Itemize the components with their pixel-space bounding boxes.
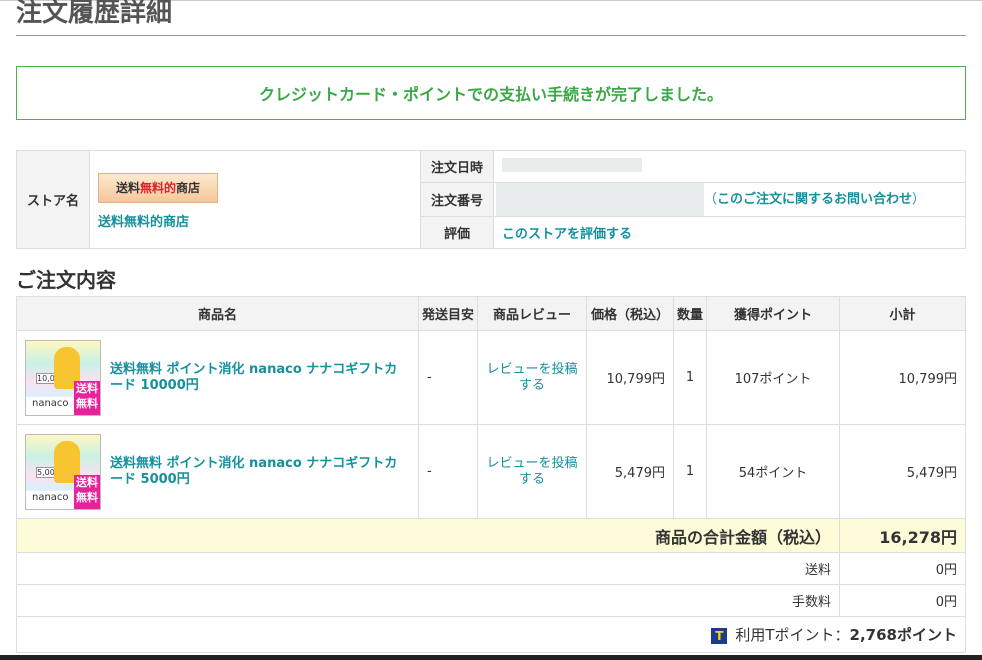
col-subtotal: 小計	[839, 296, 966, 331]
fee-label: 手数料	[16, 584, 840, 617]
col-product: 商品名	[16, 296, 419, 331]
title-divider	[16, 35, 966, 36]
table-row: 10,000 nanaco 送料無料 送料無料 ポイント消化 nanaco ナナ…	[16, 330, 966, 425]
write-review-link[interactable]: レビューを投稿する	[477, 424, 587, 519]
redacted-order-number	[496, 183, 704, 216]
free-shipping-badge: 送料無料	[74, 380, 100, 415]
store-cell: 送料無料的商店 送料無料的商店	[89, 150, 421, 249]
ship-estimate: -	[418, 424, 478, 519]
fee-value: 0円	[839, 584, 966, 617]
col-price: 価格（税込）	[586, 296, 674, 331]
rate-store-link[interactable]: このストアを評価する	[502, 227, 632, 242]
ship-estimate: -	[418, 330, 478, 425]
fee-row: 手数料 0円	[16, 584, 966, 617]
total-value: 16,278円	[839, 518, 966, 553]
page-title: 注文履歴詳細	[16, 0, 173, 28]
subtotal: 10,799円	[839, 330, 966, 425]
tpoint-label: 利用Tポイント：	[735, 626, 850, 644]
col-ship: 発送目安	[418, 296, 478, 331]
order-info-table: ストア名 送料無料的商店 送料無料的商店 注文日時 注文番号 （このご注文に関す…	[16, 150, 966, 249]
product-name-link[interactable]: 送料無料 ポイント消化 nanaco ナナコギフトカード 5000円	[110, 456, 410, 488]
subtotal: 5,479円	[839, 424, 966, 519]
write-review-link[interactable]: レビューを投稿する	[477, 330, 587, 425]
rating-label: 評価	[420, 216, 494, 249]
col-points: 獲得ポイント	[706, 296, 840, 331]
order-number-cell: （このご注文に関するお問い合わせ）	[493, 182, 966, 217]
table-row: 5,000 nanaco 送料無料 送料無料 ポイント消化 nanaco ナナコ…	[16, 424, 966, 519]
earned-points: 54ポイント	[706, 424, 840, 519]
order-contents-heading: ご注文内容	[16, 268, 116, 292]
product-thumbnail[interactable]: 5,000 nanaco 送料無料	[25, 433, 101, 510]
order-date-value	[493, 150, 966, 183]
product-cell: 5,000 nanaco 送料無料 送料無料 ポイント消化 nanaco ナナコ…	[16, 424, 419, 519]
store-name-link[interactable]: 送料無料的商店	[98, 215, 189, 230]
store-label: ストア名	[16, 150, 90, 249]
rating-cell: このストアを評価する	[493, 216, 966, 249]
order-items-table: 商品名 発送目安 商品レビュー 価格（税込） 数量 獲得ポイント 小計 10,0…	[16, 296, 966, 653]
order-inquiry-link[interactable]: このご注文に関するお問い合わせ	[717, 192, 912, 207]
tpoint-row: T 利用Tポイント：2,768ポイント	[16, 616, 966, 653]
col-qty: 数量	[673, 296, 707, 331]
shipping-value: 0円	[839, 552, 966, 585]
shipping-row: 送料 0円	[16, 552, 966, 585]
product-cell: 10,000 nanaco 送料無料 送料無料 ポイント消化 nanaco ナナ…	[16, 330, 419, 425]
quantity: 1	[673, 330, 707, 425]
bottom-bar	[0, 655, 982, 660]
quantity: 1	[673, 424, 707, 519]
tpoint-value: 2,768ポイント	[849, 626, 957, 644]
order-date-label: 注文日時	[420, 150, 494, 183]
total-row: 商品の合計金額（税込） 16,278円	[16, 518, 966, 553]
shipping-label: 送料	[16, 552, 840, 585]
tpoint-icon: T	[711, 627, 728, 644]
free-shipping-badge: 送料無料	[74, 474, 100, 509]
price: 5,479円	[586, 424, 674, 519]
product-name-link[interactable]: 送料無料 ポイント消化 nanaco ナナコギフトカード 10000円	[110, 362, 410, 394]
total-label: 商品の合計金額（税込）	[16, 518, 840, 553]
redacted-date	[502, 157, 642, 172]
earned-points: 107ポイント	[706, 330, 840, 425]
price: 10,799円	[586, 330, 674, 425]
tpoint-cell: T 利用Tポイント：2,768ポイント	[16, 616, 966, 653]
order-number-label: 注文番号	[420, 182, 494, 217]
store-logo[interactable]: 送料無料的商店	[98, 173, 218, 203]
col-review: 商品レビュー	[477, 296, 587, 331]
product-thumbnail[interactable]: 10,000 nanaco 送料無料	[25, 339, 101, 416]
payment-complete-notice: クレジットカード・ポイントでの支払い手続きが完了しました。	[16, 66, 966, 120]
